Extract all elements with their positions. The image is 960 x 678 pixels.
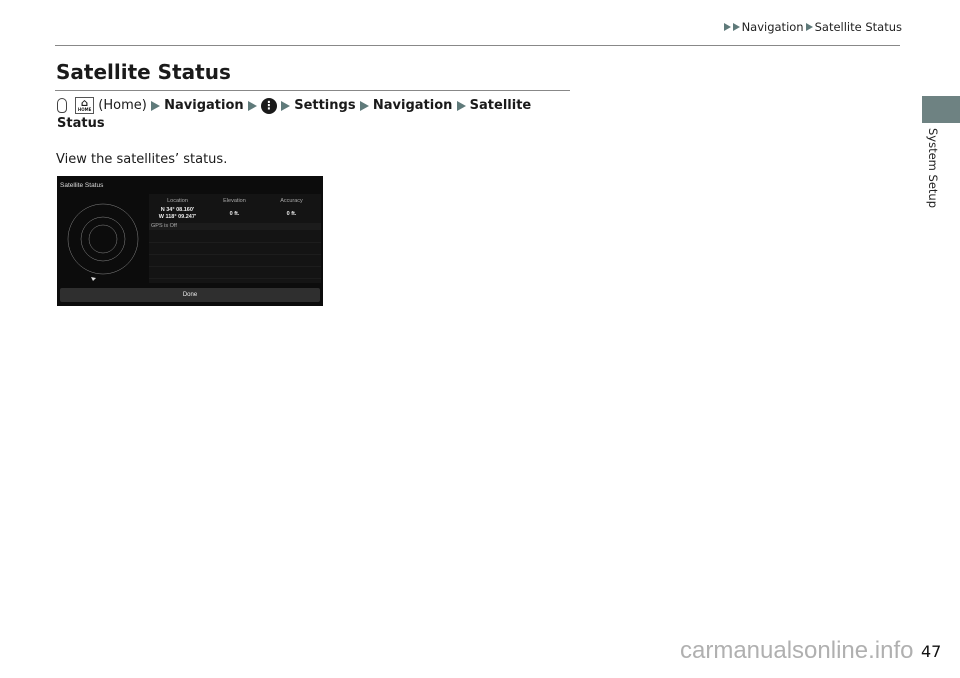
grid-line [149, 254, 321, 255]
arrow-icon [150, 100, 160, 111]
sky-ring-outer [67, 203, 139, 275]
vehicle-position-icon [91, 277, 96, 281]
title-divider [55, 90, 570, 91]
sky-ring-inner [88, 224, 118, 254]
location-longitude: W 118° 09.247' [158, 214, 197, 220]
path-step: Navigation [164, 98, 244, 113]
header-breadcrumb: Navigation Satellite Status [723, 20, 902, 34]
navigation-path: ⌂ HOME (Home) Navigation ⋮ Settings Navig… [57, 97, 567, 133]
more-options-icon: ⋮ [260, 97, 277, 114]
home-text: (Home) [98, 98, 147, 113]
accuracy-value: 0 ft. [286, 211, 297, 217]
path-step: Settings [294, 98, 356, 113]
breadcrumb-item: Navigation [741, 20, 804, 34]
arrow-icon [247, 100, 257, 111]
description: View the satellites’ status. [56, 152, 228, 167]
touch-icon [57, 98, 67, 113]
arrow-icon [723, 23, 731, 31]
gps-status: GPS is Off [149, 223, 321, 230]
arrow-icon [359, 100, 369, 111]
watermark: carmanualsonline.info [680, 637, 914, 664]
breadcrumb-item: Satellite Status [814, 20, 902, 34]
arrow-icon [456, 100, 466, 111]
grid-line [149, 278, 321, 279]
satellite-status-screenshot: Satellite Status Location Elevation Accu… [57, 176, 323, 306]
section-label: System Setup [926, 128, 940, 209]
elevation-value: 0 ft. [229, 211, 240, 217]
satellite-sky-chart [67, 203, 139, 281]
header-divider [55, 45, 900, 46]
location-latitude: N 34° 08.160' [160, 207, 195, 213]
column-header-accuracy: Accuracy [280, 198, 303, 204]
grid-line [149, 242, 321, 243]
gps-info-panel: Location Elevation Accuracy N 34° 08.160… [149, 194, 321, 283]
page-number: 47 [921, 642, 942, 661]
arrow-icon [281, 100, 291, 111]
sky-ring-middle [80, 216, 126, 262]
screen-title: Satellite Status [60, 182, 104, 189]
column-header-location: Location [167, 198, 188, 204]
arrow-icon [732, 23, 740, 31]
home-icon: ⌂ HOME [75, 97, 95, 114]
column-header-elevation: Elevation [223, 198, 246, 204]
grid-line [149, 266, 321, 267]
section-tab [922, 96, 960, 123]
page-title: Satellite Status [56, 60, 231, 84]
done-button[interactable]: Done [60, 288, 320, 302]
arrow-icon [805, 23, 813, 31]
path-step: Navigation [372, 98, 453, 113]
